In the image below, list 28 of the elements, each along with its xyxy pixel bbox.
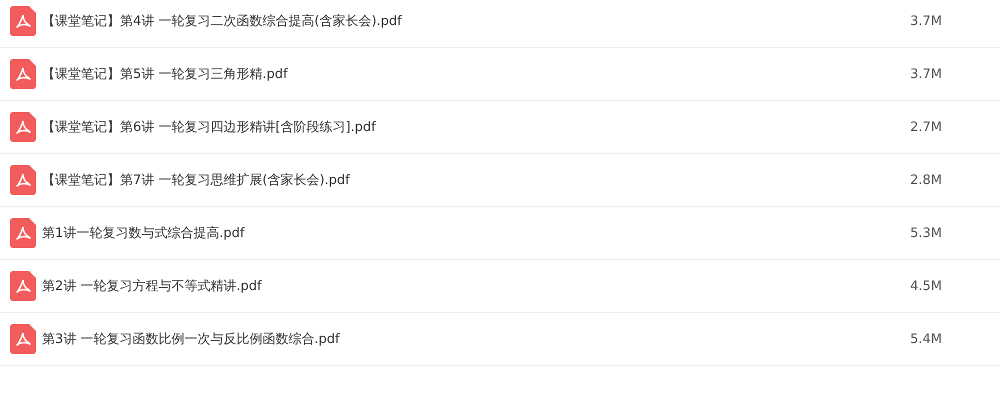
file-size: 5.4M [909, 332, 942, 346]
file-size: 3.7M [909, 66, 942, 82]
file-row[interactable]: 【课堂笔记】第7讲 一轮复习思维扩展(含家长会).pdf 2.8M [0, 154, 1000, 207]
file-row[interactable]: 【课堂笔记】第4讲 一轮复习二次函数综合提高(含家长会).pdf 3.7M [0, 0, 1000, 48]
file-row[interactable]: 第1讲一轮复习数与式综合提高.pdf 5.3M [0, 207, 1000, 260]
file-size: 5.3M [909, 226, 942, 240]
file-name: 【课堂笔记】第6讲 一轮复习四边形精讲[含阶段练习].pdf [42, 119, 377, 136]
file-name: 第3讲 一轮复习函数比例一次与反比例函数综合.pdf [42, 331, 341, 348]
file-row[interactable]: 【课堂笔记】第5讲 一轮复习三角形精.pdf 3.7M [0, 48, 1000, 101]
pdf-file-icon [10, 6, 36, 36]
pdf-file-icon [10, 59, 36, 89]
file-size: 3.7M [909, 14, 942, 28]
file-size: 2.7M [909, 120, 942, 134]
file-row[interactable]: 第2讲 一轮复习方程与不等式精讲.pdf 4.5M [0, 260, 1000, 313]
pdf-file-icon [10, 324, 36, 354]
pdf-file-icon [10, 112, 36, 142]
file-row[interactable]: 第3讲 一轮复习函数比例一次与反比例函数综合.pdf 5.4M [0, 313, 1000, 366]
file-size: 4.5M [909, 278, 942, 294]
pdf-file-icon [10, 271, 36, 301]
file-name: 第2讲 一轮复习方程与不等式精讲.pdf [42, 278, 263, 295]
file-size: 2.8M [909, 172, 942, 188]
file-name: 【课堂笔记】第4讲 一轮复习二次函数综合提高(含家长会).pdf [42, 13, 403, 30]
file-name: 【课堂笔记】第5讲 一轮复习三角形精.pdf [42, 66, 289, 83]
file-name: 第1讲一轮复习数与式综合提高.pdf [42, 225, 246, 242]
pdf-file-icon [10, 218, 36, 248]
file-row[interactable]: 【课堂笔记】第6讲 一轮复习四边形精讲[含阶段练习].pdf 2.7M [0, 101, 1000, 154]
file-name: 【课堂笔记】第7讲 一轮复习思维扩展(含家长会).pdf [42, 172, 351, 189]
pdf-file-icon [10, 165, 36, 195]
